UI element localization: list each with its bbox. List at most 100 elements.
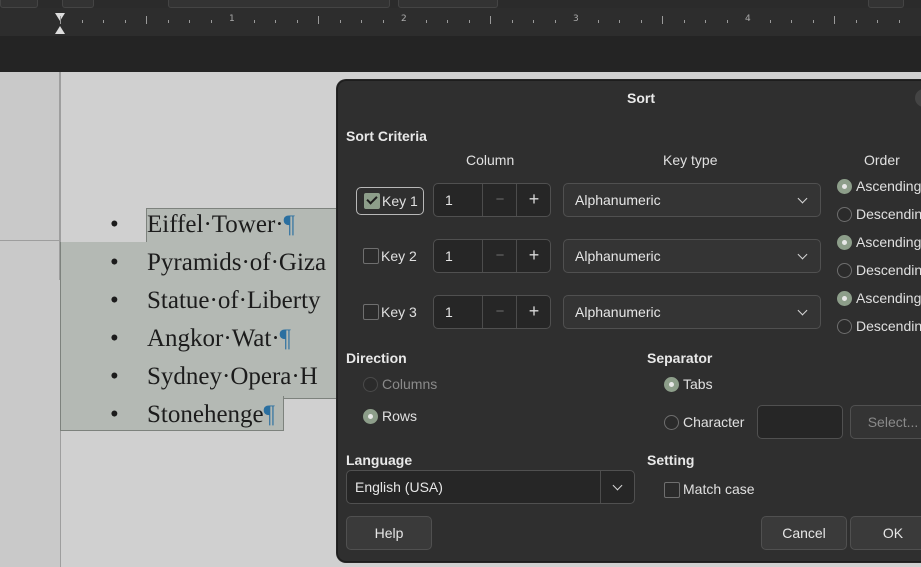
tabs-radio[interactable] [664, 377, 679, 392]
toolbar-gap [0, 36, 921, 72]
list-item[interactable]: • Pyramids·of·Giza [110, 244, 326, 282]
key-1-checkbox[interactable]: Key 1 [356, 187, 424, 215]
key-2-descending-radio[interactable] [837, 263, 852, 278]
bullet: • [110, 401, 119, 428]
chevron-down-icon [797, 249, 808, 260]
select-button[interactable]: Select... [850, 405, 921, 439]
key-3-column-spinner[interactable]: 1 − + [433, 295, 551, 329]
help-button[interactable]: Help [346, 516, 432, 550]
separator-heading: Separator [647, 350, 713, 366]
character-input[interactable] [757, 405, 843, 439]
increment-button[interactable]: + [516, 240, 551, 272]
order-header: Order [864, 152, 900, 168]
descending-label: Descending [856, 262, 921, 278]
language-value: English (USA) [355, 479, 443, 495]
ruler-number: 1 [229, 14, 235, 24]
key-2-label: Key 2 [381, 248, 417, 264]
list-item[interactable]: • Sydney·Opera·H [110, 358, 318, 396]
character-label: Character [683, 414, 745, 430]
key-3-type-dropdown[interactable]: Alphanumeric [563, 295, 821, 329]
pilcrow-mark: ¶ [263, 401, 275, 428]
bullet: • [110, 363, 119, 390]
key-3-label: Key 3 [381, 304, 417, 320]
toolbar-button[interactable] [62, 0, 94, 8]
chevron-down-icon [797, 305, 808, 316]
toolbar-button[interactable] [0, 0, 38, 8]
decrement-button[interactable]: − [482, 240, 517, 272]
list-item-text: Sydney·Opera·H [147, 363, 318, 390]
ruler-number: 2 [401, 14, 407, 24]
key-2-type-dropdown[interactable]: Alphanumeric [563, 239, 821, 273]
rows-label: Rows [382, 408, 418, 424]
column-header: Column [466, 152, 515, 168]
key-1-descending-radio[interactable] [837, 207, 852, 222]
key-1-type-dropdown[interactable]: Alphanumeric [563, 183, 821, 217]
increment-button[interactable]: + [516, 296, 551, 328]
columns-label: Columns [382, 376, 438, 392]
match-case-checkbox[interactable] [664, 482, 680, 498]
language-heading: Language [346, 452, 413, 468]
horizontal-ruler[interactable]: 1 2 3 4 [0, 8, 921, 36]
key-3-descending-radio[interactable] [837, 319, 852, 334]
decrement-button[interactable]: − [482, 296, 517, 328]
list-item[interactable]: • Stonehenge¶ [110, 396, 275, 434]
dropdown-separator [600, 471, 601, 503]
column-value[interactable]: 1 [445, 192, 453, 208]
key-2-checkbox[interactable]: Key 2 [356, 243, 422, 269]
toolbar-combobox[interactable] [168, 0, 390, 8]
character-radio[interactable] [664, 415, 679, 430]
checkbox-box [363, 248, 379, 264]
chevron-down-icon [797, 193, 808, 204]
key-3-checkbox[interactable]: Key 3 [356, 299, 422, 325]
key-type-header: Key type [663, 152, 718, 168]
increment-button[interactable]: + [516, 184, 551, 216]
left-indent-marker[interactable] [55, 26, 65, 34]
tabs-label: Tabs [683, 376, 713, 392]
text-boundary [0, 240, 60, 241]
cancel-button[interactable]: Cancel [761, 516, 847, 550]
column-value[interactable]: 1 [445, 248, 453, 264]
descending-label: Descending [856, 318, 921, 334]
pilcrow-mark: ¶ [279, 325, 291, 352]
checkbox-box [363, 304, 379, 320]
ok-button[interactable]: OK [850, 516, 921, 550]
checkmark-icon [364, 193, 380, 209]
key-type-value: Alphanumeric [575, 192, 661, 208]
key-3-ascending-radio[interactable] [837, 291, 852, 306]
key-2-ascending-radio[interactable] [837, 235, 852, 250]
key-1-ascending-radio[interactable] [837, 179, 852, 194]
toolbar-combobox[interactable] [398, 0, 498, 8]
list-item[interactable]: • Eiffel·Tower·¶ [110, 206, 295, 244]
list-item-text: Statue·of·Liberty [147, 287, 321, 314]
pilcrow-mark: ¶ [283, 211, 295, 238]
ascending-label: Ascending [856, 178, 921, 194]
bullet: • [110, 287, 119, 314]
ruler-number: 4 [745, 14, 751, 24]
list-item-text: Pyramids·of·Giza [147, 249, 327, 276]
sort-criteria-heading: Sort Criteria [346, 128, 427, 144]
list-item[interactable]: • Angkor·Wat·¶ [110, 320, 291, 358]
dialog-title: Sort [627, 90, 655, 106]
language-dropdown[interactable]: English (USA) [346, 470, 635, 504]
rows-radio[interactable] [363, 409, 378, 424]
key-1-label: Key 1 [382, 193, 418, 209]
sort-dialog: Sort Sort Criteria Column Key type Order… [337, 80, 921, 562]
list-item-text: Stonehenge [147, 401, 264, 428]
key-2-column-spinner[interactable]: 1 − + [433, 239, 551, 273]
toolbar-button[interactable] [868, 0, 904, 8]
ascending-label: Ascending [856, 234, 921, 250]
column-value[interactable]: 1 [445, 304, 453, 320]
bullet: • [110, 211, 119, 238]
chevron-down-icon [612, 480, 623, 491]
decrement-button[interactable]: − [482, 184, 517, 216]
bullet: • [110, 249, 119, 276]
ruler-number: 3 [573, 14, 579, 24]
top-toolbar [0, 0, 921, 8]
list-item-text: Eiffel·Tower· [147, 211, 284, 238]
key-type-value: Alphanumeric [575, 248, 661, 264]
descending-label: Descending [856, 206, 921, 222]
columns-radio[interactable] [363, 377, 378, 392]
list-item[interactable]: • Statue·of·Liberty [110, 282, 321, 320]
key-1-column-spinner[interactable]: 1 − + [433, 183, 551, 217]
match-case-label: Match case [683, 481, 755, 497]
